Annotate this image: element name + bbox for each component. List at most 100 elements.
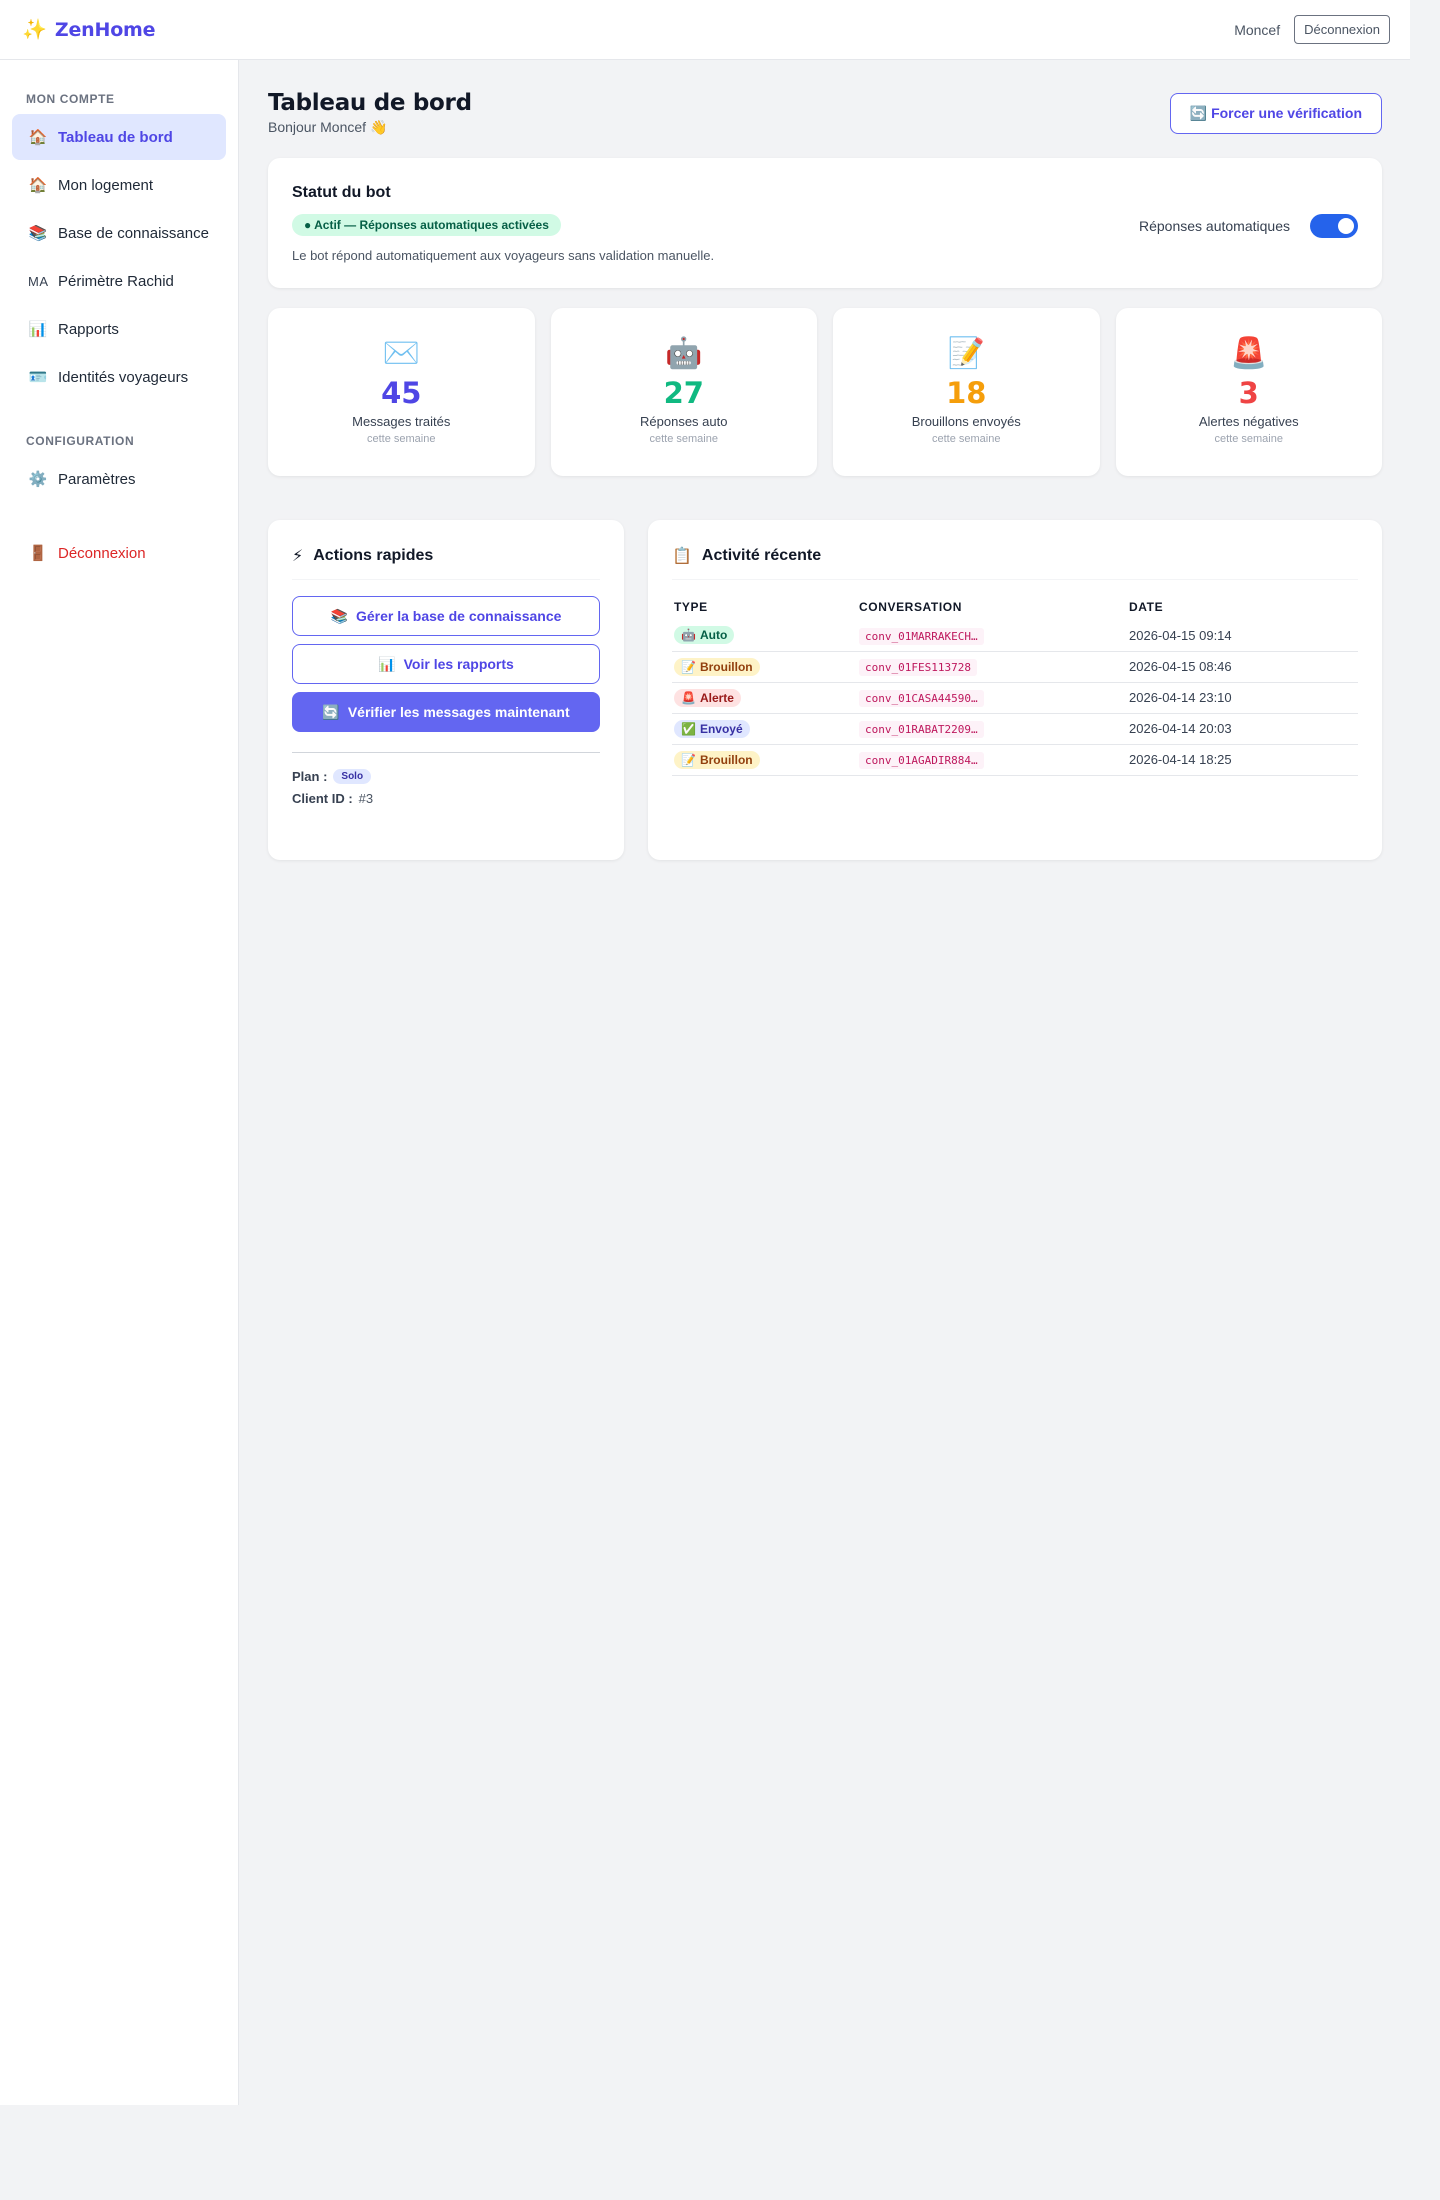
sidebar-section-account: MON COMPTE <box>26 92 115 106</box>
envelope-icon: ✉️ <box>382 337 420 370</box>
sidebar-item-label: Identités voyageurs <box>58 368 189 386</box>
conversation-id: conv_01RABAT2209… <box>859 721 984 738</box>
view-reports-button[interactable]: 📊 Voir les rapports <box>292 644 600 684</box>
sidebar-item-knowledge-base[interactable]: 📚 Base de connaissance <box>12 210 226 256</box>
status-badge: ● Actif — Réponses automatiques activées <box>292 214 561 236</box>
quick-actions-card: ⚡ Actions rapides 📚 Gérer la base de con… <box>268 520 624 860</box>
country-code-icon: MA <box>28 273 49 289</box>
force-check-button[interactable]: 🔄 Forcer une vérification <box>1169 93 1382 134</box>
column-header-conversation: CONVERSATION <box>859 600 962 614</box>
client-id-row: Client ID : #3 <box>292 791 600 806</box>
button-label: Voir les rapports <box>403 656 514 672</box>
auto-reply-control: Réponses automatiques <box>1139 214 1358 238</box>
id-card-icon: 🪪 <box>28 369 48 386</box>
table-row[interactable]: ✅ Envoyé conv_01RABAT2209… 2026-04-14 20:… <box>672 713 1358 745</box>
conversation-id: conv_01MARRAKECH… <box>859 627 984 645</box>
sidebar-item-perimeter[interactable]: MA Périmètre Rachid <box>12 258 226 304</box>
top-bar: ✨ ZenHome Moncef Déconnexion <box>0 0 1410 60</box>
type-badge: 📝 Brouillon <box>674 750 760 769</box>
table-row[interactable]: 🤖 Auto conv_01MARRAKECH… 2026-04-15 09:14 <box>672 620 1358 652</box>
sidebar-item-label: Paramètres <box>58 470 136 488</box>
sidebar-item-label: Périmètre Rachid <box>58 272 174 290</box>
type-label: Auto <box>699 628 728 643</box>
memo-icon: 📝 <box>681 659 696 674</box>
sidebar-item-dashboard[interactable]: 🏠 Tableau de bord <box>12 114 226 160</box>
sidebar-item-logout[interactable]: 🚪 Déconnexion <box>12 530 226 576</box>
sidebar-item-settings[interactable]: ⚙️ Paramètres <box>12 456 226 502</box>
sidebar-item-guest-ids[interactable]: 🪪 Identités voyageurs <box>12 354 226 400</box>
recent-activity-card: 📋 Activité récente TYPE CONVERSATION DAT… <box>648 520 1382 860</box>
refresh-icon: 🔄 <box>1189 105 1208 121</box>
table-row[interactable]: 📝 Brouillon conv_01FES113728 2026-04-15 0… <box>672 651 1358 683</box>
conversation-id: conv_01FES113728 <box>859 659 977 676</box>
stat-label: Alertes négatives <box>1198 414 1299 429</box>
sidebar-item-label: Mon logement <box>58 176 154 194</box>
stat-period: cette semaine <box>1214 433 1283 445</box>
client-id-label: Client ID : <box>292 791 353 806</box>
brand-name: ZenHome <box>54 18 156 41</box>
robot-icon: 🤖 <box>665 337 703 370</box>
stat-card-auto-replies: 🤖 27 Réponses auto cette semaine <box>550 308 817 476</box>
clipboard-icon: 📋 <box>672 548 692 565</box>
check-messages-button[interactable]: 🔄 Vérifier les messages maintenant <box>292 692 600 732</box>
books-icon: 📚 <box>28 225 48 242</box>
main-content: Tableau de bord Bonjour Moncef 👋 🔄 Force… <box>268 60 1382 860</box>
auto-reply-toggle[interactable] <box>1310 214 1358 238</box>
type-label: Brouillon <box>699 659 753 674</box>
brand[interactable]: ✨ ZenHome <box>22 17 156 42</box>
column-header-type: TYPE <box>674 600 708 614</box>
sidebar-item-label: Déconnexion <box>58 544 146 562</box>
stat-card-drafts: 📝 18 Brouillons envoyés cette semaine <box>833 308 1100 476</box>
page-title: Tableau de bord <box>268 90 472 116</box>
top-right: Moncef Déconnexion <box>1234 15 1390 44</box>
logout-button[interactable]: Déconnexion <box>1294 15 1390 44</box>
type-label: Envoyé <box>699 721 743 736</box>
page-heading: Tableau de bord Bonjour Moncef 👋 <box>268 90 472 136</box>
stat-card-alerts: 🚨 3 Alertes négatives cette semaine <box>1115 308 1382 476</box>
memo-icon: 📝 <box>947 337 985 370</box>
conversation-id: conv_01AGADIR884… <box>859 752 984 769</box>
activity-table: TYPE CONVERSATION DATE 🤖 Auto conv_01MARR… <box>672 600 1358 776</box>
door-icon: 🚪 <box>28 545 48 562</box>
manage-knowledge-base-button[interactable]: 📚 Gérer la base de connaissance <box>292 596 600 636</box>
force-check-label: Forcer une vérification <box>1211 105 1362 121</box>
stat-value: 45 <box>381 376 422 410</box>
recent-activity-header: 📋 Activité récente <box>672 546 1358 580</box>
table-row[interactable]: 📝 Brouillon conv_01AGADIR884… 2026-04-14 … <box>672 744 1358 776</box>
bot-status-description: Le bot répond automatiquement aux voyage… <box>292 248 715 263</box>
bar-chart-icon: 📊 <box>28 321 48 338</box>
stat-value: 18 <box>946 376 987 410</box>
quick-actions-header: ⚡ Actions rapides <box>292 546 600 580</box>
sidebar-item-housing[interactable]: 🏠 Mon logement <box>12 162 226 208</box>
siren-icon: 🚨 <box>1230 337 1268 370</box>
memo-icon: 📝 <box>681 752 696 767</box>
sparkle-icon: ✨ <box>22 19 47 41</box>
stat-card-messages: ✉️ 45 Messages traités cette semaine <box>268 308 535 476</box>
activity-date: 2026-04-15 08:46 <box>1127 651 1358 683</box>
sidebar-item-label: Base de connaissance <box>58 224 209 242</box>
table-row[interactable]: 🚨 Alerte conv_01CASA44590… 2026-04-14 23:… <box>672 682 1358 714</box>
stat-value: 27 <box>663 376 704 410</box>
bot-status-card: Statut du bot ● Actif — Réponses automat… <box>268 158 1382 288</box>
type-label: Alerte <box>699 690 734 705</box>
sidebar-item-reports[interactable]: 📊 Rapports <box>12 306 226 352</box>
activity-date: 2026-04-15 09:14 <box>1127 620 1358 652</box>
plan-badge: Solo <box>333 769 372 784</box>
column-header-date: DATE <box>1129 600 1164 614</box>
stat-label: Réponses auto <box>640 414 728 429</box>
siren-icon: 🚨 <box>681 690 696 705</box>
sidebar-item-label: Tableau de bord <box>58 128 173 146</box>
robot-icon: 🤖 <box>681 628 696 643</box>
house-icon: 🏠 <box>28 129 48 146</box>
sidebar: MON COMPTE 🏠 Tableau de bord 🏠 Mon logem… <box>0 60 239 2105</box>
type-badge: ✅ Envoyé <box>674 719 750 738</box>
sidebar-item-label: Rapports <box>58 320 119 338</box>
stat-value: 3 <box>1238 376 1259 410</box>
activity-date: 2026-04-14 18:25 <box>1127 744 1358 776</box>
client-id-value: #3 <box>358 791 374 806</box>
type-badge: 🚨 Alerte <box>674 688 741 707</box>
activity-date: 2026-04-14 23:10 <box>1127 682 1358 714</box>
activity-date: 2026-04-14 20:03 <box>1127 713 1358 745</box>
type-badge: 📝 Brouillon <box>674 657 760 676</box>
auto-reply-label: Réponses automatiques <box>1139 218 1290 234</box>
